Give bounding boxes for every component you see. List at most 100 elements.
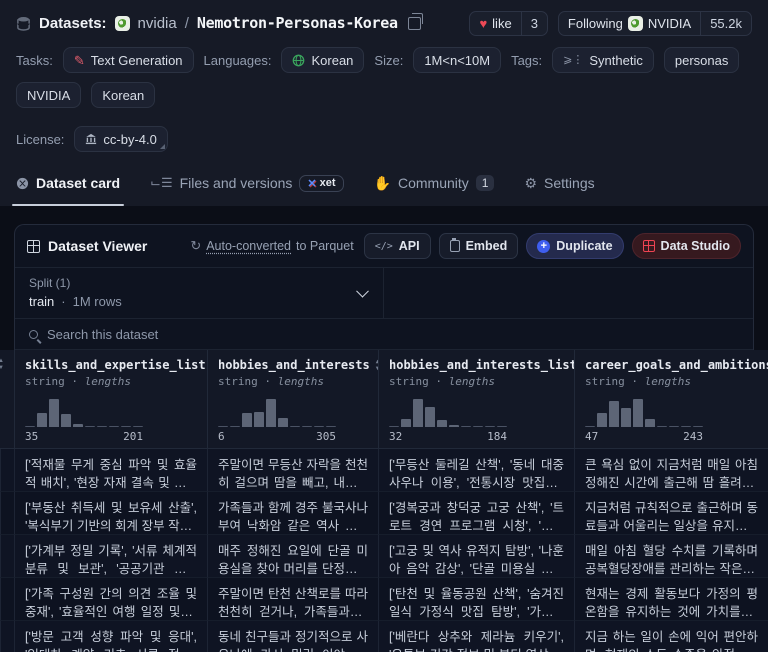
cell-text: 주말이면 무등산 자락을 천천히 걸으며 땀을 빼고, 내려오는 길… — [218, 456, 368, 492]
split-selector[interactable]: Split (1) train · 1M rows — [15, 268, 384, 318]
tag-size[interactable]: 1M<n<10M — [413, 47, 501, 73]
tag-personas[interactable]: personas — [664, 47, 739, 73]
length-histogram[interactable] — [389, 397, 507, 427]
tag-nvidia[interactable]: NVIDIA — [16, 82, 81, 108]
refresh-icon: ↻ — [190, 238, 201, 254]
tab-dataset-card[interactable]: Dataset card — [16, 160, 120, 206]
histogram-bar[interactable] — [401, 419, 411, 427]
histogram-bar[interactable] — [133, 426, 143, 428]
embed-button[interactable]: Embed — [439, 233, 519, 259]
histogram-bar[interactable] — [278, 418, 288, 427]
like-label: like — [492, 16, 512, 31]
histogram-bar[interactable] — [669, 426, 679, 428]
table-cell: 주말이면 탄천 산책로를 따라 천천히 걷거나, 가족들과 함께 정… — [207, 578, 378, 621]
length-histogram[interactable] — [218, 397, 336, 427]
page-header: Datasets: nvidia / Nemotron-Personas-Kor… — [0, 0, 768, 206]
data-studio-icon — [643, 240, 655, 252]
cell-text: ['적재물 무게 중심 파악 및 효율적 배치', '현장 자재 결속 및 고정… — [25, 456, 197, 492]
histogram-bar[interactable] — [449, 425, 459, 427]
tab-files-and-versions[interactable]: ⌙☰ Files and versions ✕xet — [150, 160, 344, 206]
histogram-bar[interactable] — [645, 419, 655, 427]
sort-icon[interactable]: ▲▼ — [0, 358, 12, 371]
histogram-bar[interactable] — [597, 413, 607, 427]
histogram-bar[interactable] — [633, 399, 643, 427]
histogram-bar[interactable] — [230, 426, 240, 428]
search-input[interactable] — [47, 327, 447, 342]
search-bar[interactable] — [15, 319, 753, 350]
api-button[interactable]: </> API — [364, 233, 431, 259]
org-link[interactable]: nvidia — [138, 15, 177, 32]
data-studio-button[interactable]: Data Studio — [632, 233, 741, 259]
tag-synthetic[interactable]: ⩾⋮ Synthetic — [552, 47, 654, 73]
column-header-hobbies_and_interests[interactable]: hobbies_and_interests▲▼string · lengths6… — [207, 350, 378, 449]
histogram-bar[interactable] — [314, 426, 324, 428]
column-header-skills_and_expertise_list[interactable]: skills_and_expertise_list▲▼string · leng… — [14, 350, 207, 449]
tab-settings[interactable]: ⚙ Settings — [524, 160, 594, 206]
column-name[interactable]: hobbies_and_interests▲▼ — [218, 358, 368, 372]
dataset-title[interactable]: Nemotron-Personas-Korea — [197, 14, 398, 32]
histogram-bar[interactable] — [693, 426, 703, 428]
histogram-bar[interactable] — [242, 413, 252, 427]
table-cell: ['경복궁과 창덕궁 고궁 산책', '트로트 경연 프로그램 시청', '동네… — [378, 492, 574, 535]
nvidia-avatar[interactable] — [115, 16, 130, 31]
table-cell: 주말이면 무등산 자락을 천천히 걸으며 땀을 빼고, 내려오는 길… — [207, 449, 378, 492]
histogram-bar[interactable] — [25, 426, 35, 428]
auto-converted-note[interactable]: ↻ Auto-converted to Parquet — [190, 238, 353, 254]
histogram-bar[interactable] — [37, 413, 47, 427]
histogram-bar[interactable] — [290, 426, 300, 428]
histogram-bar[interactable] — [254, 412, 264, 427]
split-row-spacer — [384, 268, 753, 318]
histogram-bar[interactable] — [621, 408, 631, 427]
histogram-bar[interactable] — [413, 399, 423, 427]
histogram-bar[interactable] — [302, 426, 312, 428]
histogram-bar[interactable] — [681, 426, 691, 428]
followers-count[interactable]: 55.2k — [700, 12, 751, 35]
cell-text: 현재는 경제 활동보다 가정의 평온함을 유지하는 것에 가치를 두며, 나중에… — [585, 585, 758, 621]
files-tree-icon: ⌙☰ — [150, 175, 173, 191]
histogram-bar[interactable] — [609, 401, 619, 427]
histogram-bar[interactable] — [461, 426, 471, 428]
histogram-bar[interactable] — [49, 399, 59, 427]
histogram-bar[interactable] — [425, 407, 435, 427]
tag-license[interactable]: cc-by-4.0 — [74, 126, 167, 152]
histogram-bar[interactable] — [473, 426, 483, 428]
like-button[interactable]: ♥ like 3 — [469, 11, 547, 36]
histogram-bar[interactable] — [85, 426, 95, 428]
histogram-bar[interactable] — [97, 426, 107, 428]
clipboard-icon — [450, 240, 460, 252]
histogram-bar[interactable] — [121, 426, 131, 428]
histogram-bar[interactable] — [326, 426, 336, 428]
histogram-bar[interactable] — [437, 420, 447, 427]
column-name[interactable]: skills_and_expertise_list▲▼ — [25, 358, 197, 372]
tag-korean[interactable]: Korean — [91, 82, 155, 108]
length-histogram[interactable] — [25, 397, 143, 427]
table-cell: 현재는 경제 활동보다 가정의 평온함을 유지하는 것에 가치를 두며, 나중에… — [574, 578, 768, 621]
histogram-bar[interactable] — [266, 399, 276, 427]
tab-community[interactable]: ✋ Community 1 — [374, 160, 495, 206]
histogram-bar[interactable] — [585, 426, 595, 428]
tag-text-generation[interactable]: ✎ Text Generation — [63, 47, 194, 73]
duplicate-button[interactable]: + Duplicate — [526, 233, 623, 259]
column-header-career_goals_and_ambitions_list[interactable]: career_goals_and_ambitions_list▲▼string … — [574, 350, 768, 449]
cell-text: ['부동산 취득세 및 보유세 산출', '복식부기 기반의 회계 장부 작성'… — [25, 499, 197, 535]
column-header-hobbies_and_interests_list[interactable]: hobbies_and_interests_list▲▼string · len… — [378, 350, 574, 449]
following-button[interactable]: Following NVIDIA 55.2k — [558, 11, 752, 36]
column-name[interactable]: career_goals_and_ambitions_list▲▼ — [585, 358, 758, 372]
split-row-count: 1M rows — [73, 294, 122, 309]
histogram-bar[interactable] — [61, 414, 71, 427]
like-count[interactable]: 3 — [521, 12, 547, 35]
cell-text: ['베란다 상추와 제라늄 키우기', '유튜브 건강 정보 및 뷰티 영상 시… — [389, 628, 564, 652]
copy-icon[interactable] — [408, 17, 421, 30]
tag-korean-language[interactable]: Korean — [281, 47, 364, 73]
length-histogram[interactable] — [585, 397, 703, 427]
column-name[interactable]: hobbies_and_interests_list▲▼ — [389, 358, 564, 372]
histogram-bar[interactable] — [109, 426, 119, 428]
histogram-bar[interactable] — [657, 426, 667, 428]
histogram-bar[interactable] — [218, 426, 228, 428]
histogram-bar[interactable] — [497, 426, 507, 428]
histogram-bar[interactable] — [485, 426, 495, 428]
metadata-tags: Tasks: ✎ Text Generation Languages: Kore… — [0, 38, 768, 156]
table-cell: ['고궁 및 역사 유적지 탐방', '나훈아 음악 감상', '단골 미용실 … — [378, 535, 574, 578]
histogram-bar[interactable] — [389, 426, 399, 428]
histogram-bar[interactable] — [73, 424, 83, 427]
